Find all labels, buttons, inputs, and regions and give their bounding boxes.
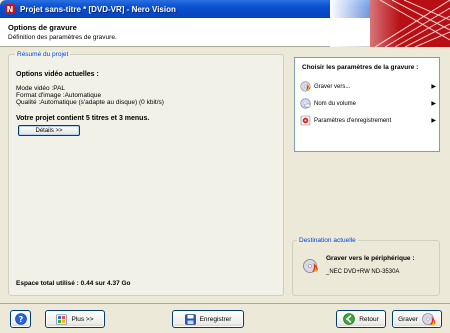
back-arrow-icon — [343, 313, 356, 325]
destination-device: _NEC DVD+RW ND-3530A — [326, 269, 400, 275]
disc-name-icon — [300, 98, 311, 109]
current-destination-group: Destination actuelle Graver vers le péri… — [292, 237, 440, 296]
project-summary-label: Résumé du projet — [15, 51, 71, 58]
destination-title: Graver vers le périphérique : — [326, 255, 415, 262]
svg-text:?: ? — [18, 315, 23, 324]
burn-icon — [300, 81, 311, 92]
menu-item-volume-name[interactable]: Nom du volume ▶ — [300, 97, 436, 110]
space-used-text: Espace total utilisé : 0.44 sur 4.37 Go — [16, 280, 131, 287]
help-button[interactable]: ? — [10, 310, 31, 328]
menu-item-label: Graver vers... — [314, 83, 351, 90]
menu-item-burn-to[interactable]: Graver vers... ▶ — [300, 80, 436, 93]
burn-settings-title: Choisir les paramètres de la gravure : — [302, 64, 419, 71]
chevron-right-icon: ▶ — [431, 101, 436, 107]
quality-text: Qualité :Automatique (s'adapte au disque… — [16, 99, 164, 106]
menu-item-label: Nom du volume — [314, 100, 357, 107]
burn-settings-panel: Choisir les paramètres de la gravure : G… — [294, 57, 440, 152]
video-mode-text: Mode vidéo :PAL — [16, 85, 66, 92]
page-title: Options de gravure — [8, 23, 77, 32]
save-icon — [184, 313, 196, 325]
page-header: Options de gravure Définition des paramè… — [0, 0, 450, 47]
save-button[interactable]: Enregistrer — [172, 310, 244, 328]
svg-text:N: N — [7, 5, 14, 14]
current-destination-label: Destination actuelle — [297, 237, 358, 244]
project-summary-group: Résumé du projet Options vidéo actuelles… — [8, 51, 284, 296]
image-format-text: Format d'image :Automatique — [16, 92, 102, 99]
nero-banner-graphic — [330, 0, 450, 47]
details-button[interactable]: Détails >> — [18, 125, 80, 136]
nero-app-icon: N — [5, 4, 15, 14]
project-contents-text: Votre projet contient 5 titres et 3 menu… — [16, 115, 150, 122]
more-button-label: Plus >> — [71, 315, 94, 323]
more-options-icon — [56, 313, 68, 325]
settings-icon — [300, 115, 311, 126]
chevron-right-icon: ▶ — [431, 118, 436, 124]
burn-button-label: Graver — [398, 315, 418, 323]
page-subtitle: Définition des paramètres de gravure. — [8, 34, 117, 41]
save-button-label: Enregistrer — [199, 315, 232, 323]
video-options-title: Options vidéo actuelles : — [16, 71, 99, 78]
burn-button[interactable]: Graver — [392, 310, 442, 328]
back-button[interactable]: Retour — [336, 310, 386, 328]
burn-disc-icon — [422, 313, 436, 325]
more-button[interactable]: Plus >> — [45, 310, 105, 328]
footer-divider — [0, 303, 450, 304]
chevron-right-icon: ▶ — [431, 84, 436, 90]
burner-drive-icon — [303, 259, 318, 273]
help-icon: ? — [14, 313, 27, 325]
back-button-label: Retour — [359, 315, 379, 323]
menu-item-recording-settings[interactable]: Paramètres d'enregistrement ▶ — [300, 114, 436, 127]
menu-item-label: Paramètres d'enregistrement — [314, 117, 392, 124]
